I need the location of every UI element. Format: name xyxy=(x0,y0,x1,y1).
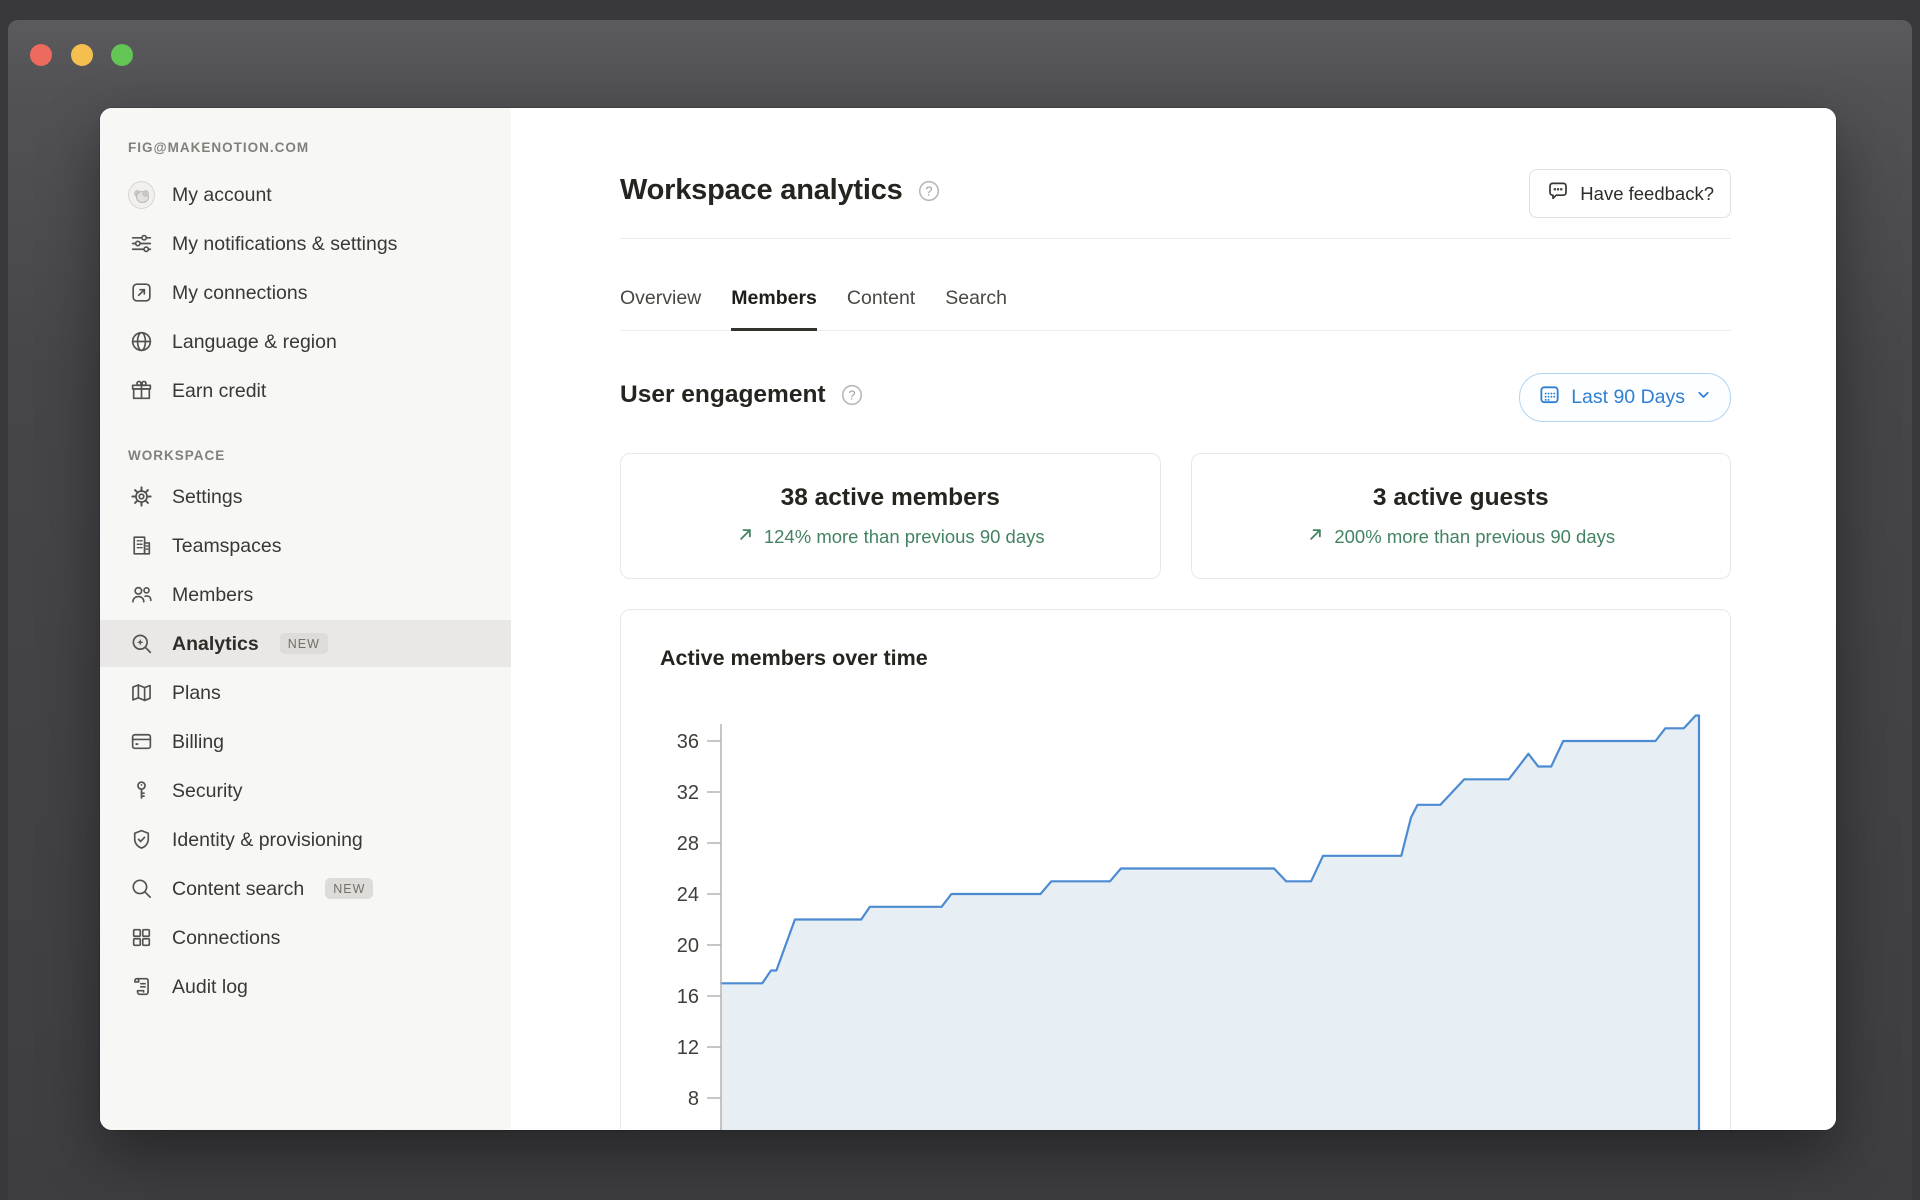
svg-text:8: 8 xyxy=(688,1088,699,1110)
close-button[interactable] xyxy=(30,44,52,66)
tab-overview[interactable]: Overview xyxy=(620,287,701,331)
header-divider xyxy=(620,238,1731,239)
chat-bubble-icon xyxy=(1546,179,1570,208)
tab-search[interactable]: Search xyxy=(945,287,1007,331)
grid-icon xyxy=(128,924,155,951)
magnifier-sparkle-icon xyxy=(128,630,155,657)
active-members-chart: 36 32 28 24 20 16 12 8 xyxy=(677,714,1701,1130)
account-email-heading: FIG@MAKENOTION.COM xyxy=(128,140,310,155)
sidebar-item-analytics[interactable]: Analytics NEW xyxy=(100,620,511,667)
credit-card-icon xyxy=(128,728,155,755)
user-engagement-heading: User engagement xyxy=(620,381,826,408)
active-guests-card: 3 active guests 200% more than previous … xyxy=(1190,453,1731,579)
new-badge: NEW xyxy=(325,878,374,899)
sidebar-item-language-region[interactable]: Language & region xyxy=(100,318,511,365)
help-icon[interactable]: ? xyxy=(841,384,863,406)
svg-text:?: ? xyxy=(925,184,932,198)
key-icon xyxy=(128,777,155,804)
app-window: FIG@MAKENOTION.COM My account My notific… xyxy=(8,20,1912,1200)
scroll-icon xyxy=(128,973,155,1000)
shield-check-icon xyxy=(128,826,155,853)
settings-sidebar: FIG@MAKENOTION.COM My account My notific… xyxy=(100,108,511,1130)
sidebar-item-teamspaces[interactable]: Teamspaces xyxy=(100,522,511,569)
svg-text:24: 24 xyxy=(677,884,699,906)
trend-up-icon xyxy=(736,525,755,549)
minimize-button[interactable] xyxy=(71,44,93,66)
map-icon xyxy=(128,679,155,706)
sidebar-item-audit-log[interactable]: Audit log xyxy=(100,963,511,1010)
new-badge: NEW xyxy=(279,633,328,654)
sidebar-item-connections[interactable]: Connections xyxy=(100,914,511,961)
sidebar-item-settings[interactable]: Settings xyxy=(100,473,511,520)
trend-up-icon xyxy=(1306,525,1325,549)
sliders-icon xyxy=(128,230,155,257)
sidebar-item-members[interactable]: Members xyxy=(100,571,511,618)
svg-text:32: 32 xyxy=(677,782,699,804)
active-members-card: 38 active members 124% more than previou… xyxy=(620,453,1161,579)
zoom-button[interactable] xyxy=(111,44,133,66)
active-members-chart-card: Active members over time 36 32 28 24 20 16 12 8 xyxy=(620,609,1731,1130)
active-guests-delta: 200% more than previous 90 days xyxy=(1334,525,1616,547)
sidebar-item-security[interactable]: Security xyxy=(100,767,511,814)
svg-text:16: 16 xyxy=(677,986,699,1008)
globe-icon xyxy=(128,328,155,355)
svg-text:?: ? xyxy=(848,388,855,402)
sidebar-item-billing[interactable]: Billing xyxy=(100,718,511,765)
svg-text:36: 36 xyxy=(677,731,699,753)
tab-members[interactable]: Members xyxy=(731,287,817,331)
sidebar-item-content-search[interactable]: Content search NEW xyxy=(100,865,511,912)
sidebar-item-plans[interactable]: Plans xyxy=(100,669,511,716)
svg-text:28: 28 xyxy=(677,833,699,855)
gift-icon xyxy=(128,377,155,404)
help-icon[interactable]: ? xyxy=(918,180,940,202)
workspace-section-heading: WORKSPACE xyxy=(128,448,226,463)
page-title: Workspace analytics xyxy=(620,174,903,206)
analytics-tabs: Overview Members Content Search xyxy=(620,287,1731,331)
arrow-up-right-square-icon xyxy=(128,279,155,306)
chevron-down-icon xyxy=(1695,386,1712,409)
avatar xyxy=(128,180,155,209)
tab-content[interactable]: Content xyxy=(847,287,915,331)
sidebar-item-my-account[interactable]: My account xyxy=(100,171,511,218)
active-members-delta: 124% more than previous 90 days xyxy=(763,525,1045,547)
sidebar-item-identity-provisioning[interactable]: Identity & provisioning xyxy=(100,816,511,863)
date-range-dropdown[interactable]: Last 90 Days xyxy=(1519,373,1731,422)
have-feedback-button[interactable]: Have feedback? xyxy=(1529,169,1731,218)
svg-text:20: 20 xyxy=(677,935,699,957)
analytics-main: Workspace analytics ? Have feedback? Ove… xyxy=(511,108,1836,1130)
svg-text:12: 12 xyxy=(677,1037,699,1059)
building-icon xyxy=(128,532,155,559)
active-members-value: 38 active members xyxy=(780,483,1000,511)
magnifier-icon xyxy=(128,875,155,902)
gear-icon xyxy=(128,483,155,510)
sidebar-item-my-connections[interactable]: My connections xyxy=(100,269,511,316)
active-guests-value: 3 active guests xyxy=(1372,483,1549,511)
sidebar-item-earn-credit[interactable]: Earn credit xyxy=(100,367,511,414)
settings-modal: FIG@MAKENOTION.COM My account My notific… xyxy=(100,108,1836,1130)
calendar-icon xyxy=(1538,383,1561,412)
sidebar-item-notifications-settings[interactable]: My notifications & settings xyxy=(100,220,511,267)
people-icon xyxy=(128,581,155,608)
